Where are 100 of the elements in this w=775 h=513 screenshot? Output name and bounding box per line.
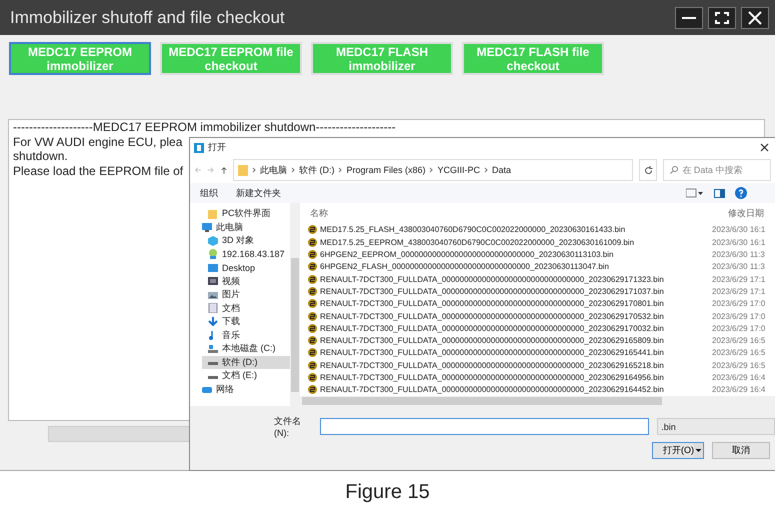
chevron-icon bbox=[252, 167, 256, 173]
chevron-icon bbox=[338, 167, 342, 173]
scrollbar[interactable] bbox=[290, 203, 300, 396]
file-name[interactable]: RENAULT-7DCT300_FULLDATA_00000000000000000000000000000000_20230629170032.bin bbox=[308, 324, 712, 333]
file-icon bbox=[308, 262, 317, 272]
nav-item[interactable]: 视频 bbox=[202, 274, 290, 288]
file-date: 2023/6/29 16:5 bbox=[712, 336, 766, 346]
file-date: 2023/6/29 17:0 bbox=[712, 324, 766, 333]
log-line: Please load the EEPROM file of bbox=[13, 164, 184, 178]
dialog-title: 打开 bbox=[208, 141, 226, 154]
up-icon[interactable] bbox=[220, 165, 227, 175]
file-icon bbox=[308, 238, 317, 247]
nav-item[interactable]: 此电脑 bbox=[202, 220, 290, 234]
file-date: 2023/6/29 17:0 bbox=[712, 299, 766, 308]
file-type-dropdown[interactable]: .bin bbox=[657, 418, 775, 435]
window-title: Immobilizer shutoff and file checkout bbox=[10, 8, 286, 28]
nav-item[interactable]: 网络 bbox=[202, 382, 290, 396]
nav-item[interactable]: Desktop bbox=[202, 261, 290, 274]
file-icon bbox=[308, 312, 317, 321]
scrollbar[interactable] bbox=[290, 396, 775, 406]
nav-item[interactable]: 3D 对象 bbox=[202, 234, 290, 248]
breadcrumb-item[interactable]: YCGIII-PC bbox=[437, 165, 480, 175]
log-line: For VW AUDI engine ECU, plea bbox=[13, 134, 182, 149]
download-icon bbox=[208, 316, 218, 327]
netdrive-icon bbox=[208, 249, 218, 260]
preview-pane-icon[interactable] bbox=[714, 188, 725, 198]
column-header[interactable]: 名称 bbox=[308, 206, 728, 220]
file-name[interactable]: 6HPGEN2_EEPROM_000000000000000000000000000000_20230630113103.bin bbox=[308, 250, 712, 260]
log-line: --------------------MEDC17 EEPROM immobilizer shutdown-------------------- bbox=[13, 120, 396, 134]
system-icon bbox=[208, 344, 218, 354]
pc-icon bbox=[202, 222, 212, 232]
nav-item[interactable]: 软件 (D:) bbox=[202, 356, 290, 369]
file-date: 2023/6/29 16:5 bbox=[712, 348, 766, 358]
file-date: 2023/6/29 16:4 bbox=[712, 373, 766, 382]
breadcrumb-item[interactable]: 此电脑 bbox=[260, 164, 287, 176]
chevron-icon bbox=[290, 167, 295, 173]
nav-item[interactable]: 下载 bbox=[202, 315, 290, 328]
desktop-icon bbox=[208, 262, 218, 273]
chevron-icon bbox=[429, 167, 434, 173]
documents-icon bbox=[208, 303, 218, 314]
maximize-icon[interactable] bbox=[708, 6, 736, 28]
file-icon bbox=[308, 373, 317, 382]
file-name[interactable]: RENAULT-7DCT300_FULLDATA_00000000000000000000000000000000_20230629170801.bin bbox=[308, 299, 712, 308]
file-icon bbox=[308, 385, 317, 394]
file-date: 2023/6/29 16:5 bbox=[712, 360, 766, 370]
cancel-button[interactable]: 取消 bbox=[712, 442, 770, 459]
dialog-app-icon bbox=[194, 142, 204, 152]
filename-field[interactable] bbox=[320, 418, 650, 435]
nav-item[interactable]: 192.168.43.187 bbox=[202, 248, 290, 261]
file-date: 2023/6/30 16:1 bbox=[712, 238, 766, 247]
file-date: 2023/6/30 11:3 bbox=[712, 262, 765, 272]
file-name[interactable]: RENAULT-7DCT300_FULLDATA_00000000000000000000000000000000_20230629165809.bin bbox=[308, 336, 712, 346]
file-icon bbox=[308, 336, 317, 346]
file-icon bbox=[308, 250, 317, 260]
open-button[interactable]: 打开(O) bbox=[652, 442, 704, 459]
file-name[interactable]: RENAULT-7DCT300_FULLDATA_00000000000000000000000000000000_20230629164452.bin bbox=[308, 385, 712, 394]
file-name[interactable]: RENAULT-7DCT300_FULLDATA_00000000000000000000000000000000_20230629171037.bin bbox=[308, 286, 712, 296]
close-icon[interactable] bbox=[760, 143, 769, 152]
file-icon bbox=[308, 286, 317, 296]
folder-icon bbox=[208, 208, 218, 219]
file-date: 2023/6/29 17:1 bbox=[712, 286, 766, 296]
nav-item[interactable]: 文档 bbox=[202, 302, 290, 315]
cube-icon bbox=[208, 236, 218, 246]
nav-item[interactable]: PC软件界面 bbox=[202, 207, 290, 220]
file-name[interactable]: RENAULT-7DCT300_FULLDATA_00000000000000000000000000000000_20230629171323.bin bbox=[308, 274, 712, 284]
nav-item[interactable]: 本地磁盘 (C:) bbox=[202, 342, 290, 356]
chevron-icon bbox=[484, 167, 488, 173]
log-line: shutdown. bbox=[13, 149, 68, 164]
file-name[interactable]: MED17.5.25_FLASH_438003040760D6790C0C002022000000_20230630161433.bin bbox=[308, 225, 712, 234]
organize-menu[interactable]: 组织 bbox=[200, 186, 218, 200]
file-icon bbox=[308, 324, 317, 333]
pictures-icon bbox=[208, 290, 218, 300]
breadcrumb-item[interactable]: 软件 (D:) bbox=[298, 164, 334, 176]
help-icon[interactable] bbox=[735, 187, 747, 199]
close-icon[interactable] bbox=[741, 6, 769, 28]
file-name[interactable]: RENAULT-7DCT300_FULLDATA_00000000000000000000000000000000_20230629165441.bin bbox=[308, 348, 712, 358]
address-bar[interactable]: 此电脑 软件 (D:) Program Files (x86) YCGIII-PC Data bbox=[232, 159, 633, 181]
minimize-icon[interactable] bbox=[675, 6, 703, 28]
filename-label: 文件名(N): bbox=[274, 415, 302, 438]
file-icon bbox=[308, 274, 317, 284]
file-name[interactable]: MED17.5.25_EEPROM_438003040760D6790C0C002022000000_20230630161009.bin bbox=[308, 238, 712, 247]
breadcrumb-item[interactable]: Program Files (x86) bbox=[346, 165, 426, 175]
new-folder-button[interactable]: 新建文件夹 bbox=[236, 186, 281, 200]
column-header[interactable]: 修改日期 bbox=[728, 206, 764, 220]
file-icon bbox=[308, 299, 317, 308]
file-date: 2023/6/29 17:0 bbox=[712, 312, 766, 321]
view-options-icon[interactable] bbox=[686, 188, 704, 198]
breadcrumb-item[interactable]: Data bbox=[492, 165, 512, 175]
file-name[interactable]: 6HPGEN2_FLASH_0000000000000000000000000000000_20230630113047.bin bbox=[308, 262, 712, 272]
file-icon bbox=[308, 225, 317, 234]
nav-item[interactable]: 图片 bbox=[202, 288, 290, 302]
nav-item[interactable]: 文档 (E:) bbox=[202, 369, 290, 382]
file-date: 2023/6/29 16:4 bbox=[712, 385, 766, 394]
nav-item[interactable]: 音乐 bbox=[202, 328, 290, 342]
refresh-button[interactable] bbox=[638, 159, 658, 181]
file-name[interactable]: RENAULT-7DCT300_FULLDATA_00000000000000000000000000000000_20230629170532.bin bbox=[308, 312, 712, 321]
file-name[interactable]: RENAULT-7DCT300_FULLDATA_00000000000000000000000000000000_20230629165218.bin bbox=[308, 360, 712, 370]
file-name[interactable]: RENAULT-7DCT300_FULLDATA_00000000000000000000000000000000_20230629164956.bin bbox=[308, 373, 712, 382]
search-field[interactable]: 在 Data 中搜索 bbox=[663, 159, 771, 181]
file-icon bbox=[308, 360, 317, 370]
